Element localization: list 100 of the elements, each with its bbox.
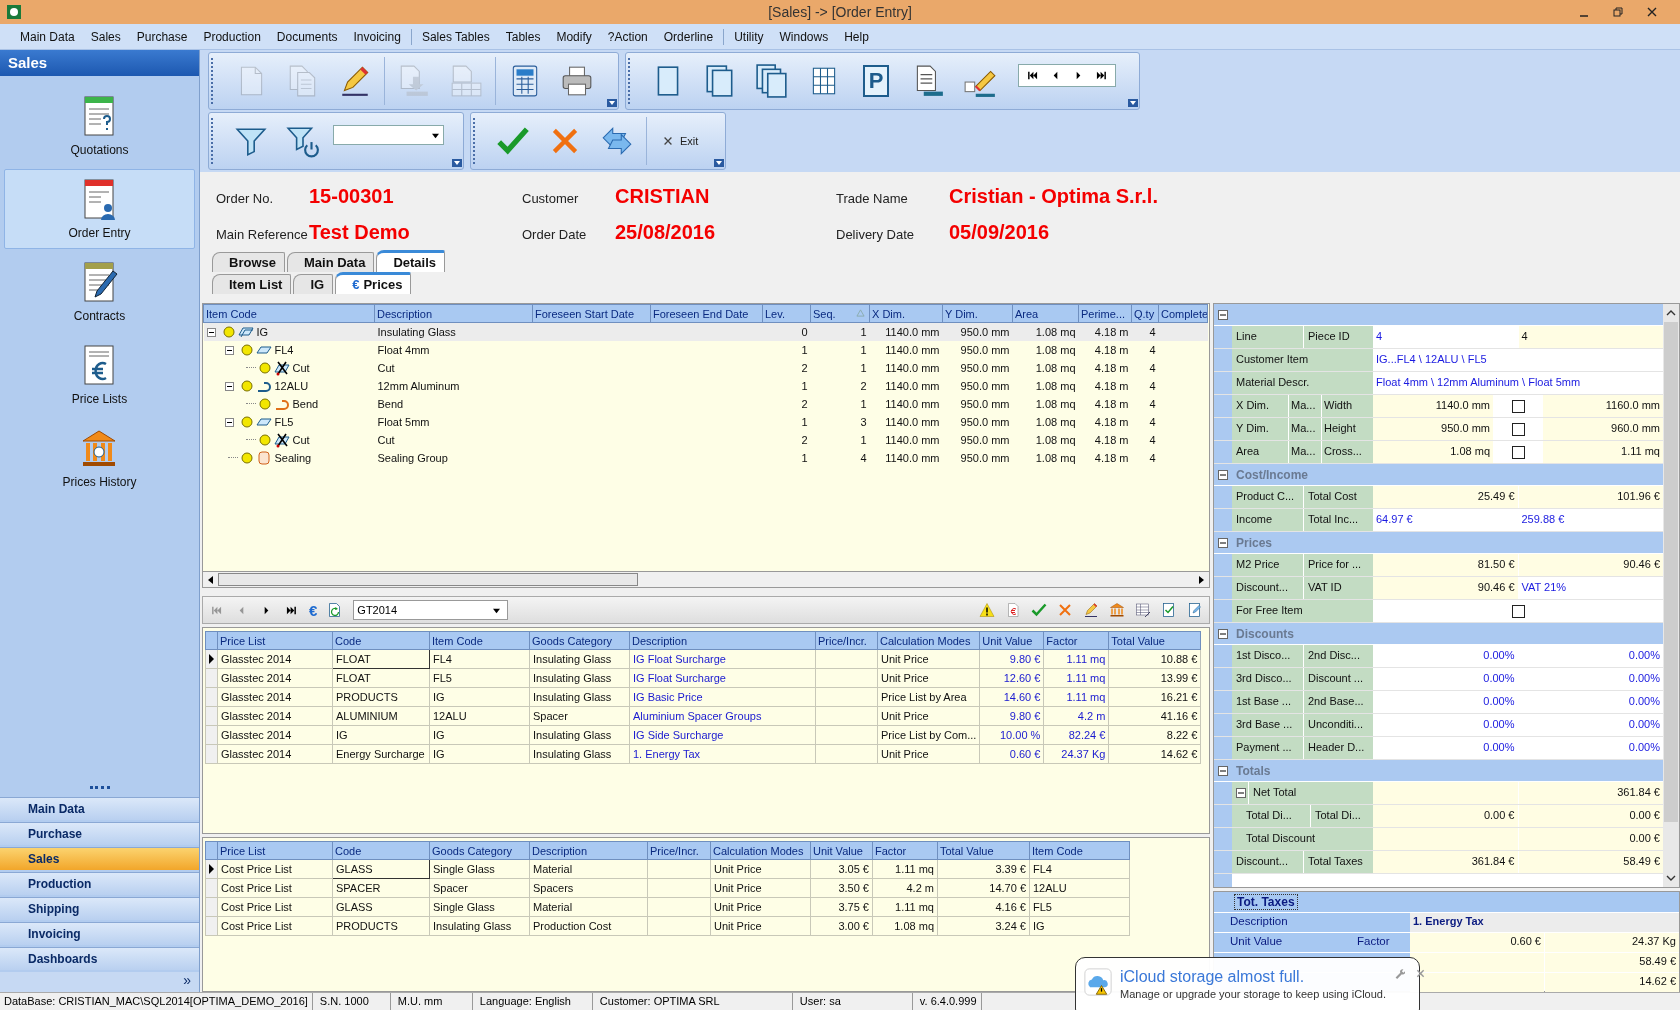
tab[interactable]: Details (376, 250, 445, 272)
table-row[interactable]: Cost Price List SPACER Spacer Spacers Unit Price 3.50 € 4.2 m 14.70 € 12ALU (205, 878, 1130, 898)
module-button[interactable]: Dashboards (0, 947, 199, 970)
edit-icon[interactable] (1187, 602, 1203, 619)
tab[interactable]: Main Data (286, 252, 375, 272)
close-icon[interactable] (1646, 6, 1658, 18)
column-header[interactable]: Price List (217, 841, 333, 860)
wrench-icon[interactable] (1394, 968, 1405, 979)
table-row[interactable]: FL5 Float 5mm 1 3 1140.0 mm 950.0 mm 1.08 mq 4.18 m 4 (203, 413, 1208, 431)
column-header[interactable]: Factor (872, 841, 938, 860)
menu-item[interactable]: Utility (726, 29, 772, 44)
column-header[interactable]: Calculation Modes (710, 841, 811, 860)
last-icon[interactable] (1096, 69, 1107, 81)
table-row[interactable]: Cut Cut 2 1 1140.0 mm 950.0 mm 1.08 mq 4.18 m 4 (203, 359, 1208, 377)
menu-item[interactable]: Purchase (128, 29, 196, 44)
warning-icon[interactable] (979, 602, 995, 619)
collapse-icon[interactable] (225, 345, 234, 355)
table-row[interactable]: Glasstec 2014 PRODUCTS IG Insulating Glass IG Basic Price Price List by Area 14.60 € 1.11 mq 16.21 € (205, 687, 1201, 707)
price-list-dropdown[interactable]: GT2014 (353, 600, 509, 621)
checkbox[interactable] (1511, 399, 1525, 413)
column-header[interactable]: Description (529, 841, 648, 860)
euro-icon[interactable]: € (309, 601, 318, 619)
module-button[interactable]: Production (0, 872, 199, 895)
letter-p-icon[interactable]: P (863, 65, 889, 97)
table-icon[interactable] (1135, 602, 1151, 619)
printer-icon[interactable] (560, 64, 594, 98)
checkbox[interactable] (1511, 445, 1525, 459)
menu-item[interactable]: Sales Tables (413, 29, 498, 44)
toolbar-options-icon[interactable] (1128, 99, 1138, 107)
table-row[interactable]: Bend Bend 2 1 1140.0 mm 950.0 mm 1.08 mq 4.18 m 4 (203, 395, 1208, 413)
tab[interactable]: Browse (212, 252, 285, 272)
column-header[interactable]: Perime... (1078, 304, 1132, 323)
module-button[interactable]: Invoicing (0, 922, 199, 945)
first-icon[interactable] (1027, 69, 1038, 81)
menu-item[interactable]: Modify (548, 29, 600, 44)
menu-item[interactable]: Documents (268, 29, 346, 44)
menu-item[interactable]: Help (836, 29, 877, 44)
column-header[interactable]: Price/Incr. (815, 631, 878, 650)
sidebar-item[interactable]: Quotations (4, 86, 195, 166)
checklist-icon[interactable] (1161, 602, 1177, 619)
table-row[interactable]: Cut Cut 2 1 1140.0 mm 950.0 mm 1.08 mq 4.18 m 4 (203, 431, 1208, 449)
table-row[interactable]: Cost Price List PRODUCTS Insulating Glass Production Cost Unit Price 3.00 € 1.08 mq 3.24 € IG (205, 916, 1130, 936)
checkbox[interactable] (1511, 604, 1525, 618)
column-header[interactable]: Lev. (762, 304, 811, 323)
table-row[interactable]: Cost Price List GLASS Single Glass Material Unit Price 3.05 € 1.11 mq 3.39 € FL4 (205, 859, 1130, 879)
toolbar-options-icon[interactable] (452, 159, 462, 167)
collapse-icon[interactable] (207, 327, 216, 337)
table-row[interactable]: 12ALU 12mm Aluminum 1 2 1140.0 mm 950.0 mm 1.08 mq 4.18 m 4 (203, 377, 1208, 395)
sidebar-item[interactable]: Prices History (4, 418, 195, 498)
column-header[interactable]: Code (332, 631, 430, 650)
menu-item[interactable]: Main Data (12, 29, 83, 44)
column-header[interactable]: Q.ty (1131, 304, 1159, 323)
toolbar-options-icon[interactable] (607, 99, 617, 107)
scrollbar-thumb[interactable] (218, 573, 638, 587)
menu-item[interactable]: Invoicing (345, 29, 409, 44)
column-header[interactable]: Item Code (203, 304, 375, 323)
check-icon[interactable] (1031, 602, 1047, 619)
menu-item[interactable]: Tables (497, 29, 549, 44)
collapse-icon[interactable] (225, 417, 234, 427)
three-squares-icon[interactable] (755, 64, 789, 98)
table-row[interactable]: FL4 Float 4mm 1 1 1140.0 mm 950.0 mm 1.08 mq 4.18 m 4 (203, 341, 1208, 359)
menu-item[interactable]: Sales (82, 29, 129, 44)
menu-item[interactable]: Orderline (655, 29, 722, 44)
scroll-right-icon[interactable] (1197, 574, 1206, 585)
menu-item[interactable]: ?Action (599, 29, 656, 44)
column-header[interactable]: Description (629, 631, 816, 650)
last-icon[interactable] (286, 604, 297, 616)
column-header[interactable]: Goods Category (529, 631, 630, 650)
column-header[interactable]: Seq. (810, 304, 870, 323)
table-row[interactable]: Sealing Sealing Group 1 4 1140.0 mm 950.0 mm 1.08 mq 4.18 m 4 (203, 449, 1208, 467)
scroll-left-icon[interactable] (206, 574, 215, 585)
column-header[interactable]: Area (1012, 304, 1079, 323)
module-button[interactable]: Purchase (0, 822, 199, 845)
table-row[interactable]: Glasstec 2014 FLOAT FL4 Insulating Glass IG Float Surcharge Unit Price 9.80 € 1.11 mq 10.88 € (205, 649, 1201, 669)
column-header[interactable]: Price/Incr. (647, 841, 711, 860)
column-header[interactable]: Price List (217, 631, 333, 650)
pencil-icon[interactable] (1083, 602, 1099, 619)
column-header[interactable]: Item Code (429, 631, 530, 650)
table-row[interactable]: Glasstec 2014 Energy Surcharge IG Insulating Glass 1. Energy Tax Unit Price 0.60 € 24.37 Kg 14.62 € (205, 744, 1201, 764)
column-header[interactable]: Unit Value (979, 631, 1044, 650)
column-header[interactable]: Factor (1043, 631, 1109, 650)
table-row[interactable]: Glasstec 2014 IG IG Insulating Glass IG Side Surcharge Price List by Com... 10.00 % 82.24 € 8.22 € (205, 725, 1201, 745)
column-header[interactable]: Total Value (1108, 631, 1201, 650)
sidebar-item[interactable]: Contracts (4, 252, 195, 332)
tab[interactable]: € Prices (335, 272, 412, 294)
document-icon[interactable] (1005, 602, 1021, 619)
column-header[interactable]: Foreseen End Date (650, 304, 763, 323)
module-button[interactable]: Sales (0, 847, 199, 870)
restore-icon[interactable] (1612, 6, 1624, 18)
table-row[interactable]: Glasstec 2014 FLOAT FL5 Insulating Glass IG Float Surcharge Unit Price 12.60 € 1.11 mq 13.99 € (205, 668, 1201, 688)
toolbar-options-icon[interactable] (714, 159, 725, 167)
tab[interactable]: IG (293, 274, 334, 294)
menu-item[interactable]: Production (195, 29, 269, 44)
column-header[interactable]: Goods Category (429, 841, 530, 860)
table-row[interactable]: Glasstec 2014 ALUMINIUM 12ALU Spacer Aluminium Spacer Groups Unit Price 9.80 € 4.2 m 41.16 € (205, 706, 1201, 726)
module-button[interactable]: Main Data (0, 797, 199, 820)
collapse-icon[interactable] (225, 381, 234, 391)
column-header[interactable]: X Dim. (869, 304, 943, 323)
bank-icon[interactable] (1109, 602, 1125, 619)
column-header[interactable]: Y Dim. (942, 304, 1013, 323)
